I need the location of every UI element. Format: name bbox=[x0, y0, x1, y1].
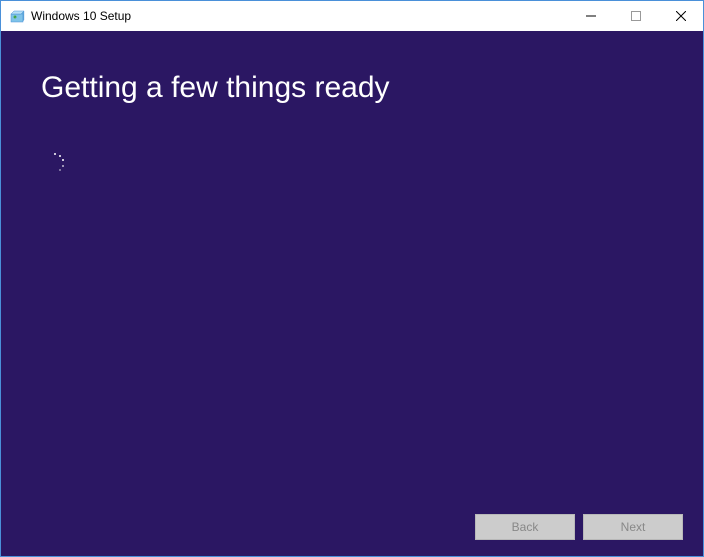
next-button: Next bbox=[583, 514, 683, 540]
setup-window: Windows 10 Setup Getting a few things re… bbox=[0, 0, 704, 557]
maximize-button bbox=[613, 1, 658, 31]
loading-spinner-icon bbox=[45, 153, 65, 173]
page-title: Getting a few things ready bbox=[41, 71, 663, 105]
minimize-button[interactable] bbox=[568, 1, 613, 31]
footer-buttons: Back Next bbox=[475, 514, 683, 540]
app-icon bbox=[9, 8, 25, 24]
window-title: Windows 10 Setup bbox=[31, 9, 568, 23]
back-button: Back bbox=[475, 514, 575, 540]
content-area: Getting a few things ready Back Next bbox=[1, 31, 703, 556]
titlebar: Windows 10 Setup bbox=[1, 1, 703, 31]
window-controls bbox=[568, 1, 703, 31]
close-button[interactable] bbox=[658, 1, 703, 31]
